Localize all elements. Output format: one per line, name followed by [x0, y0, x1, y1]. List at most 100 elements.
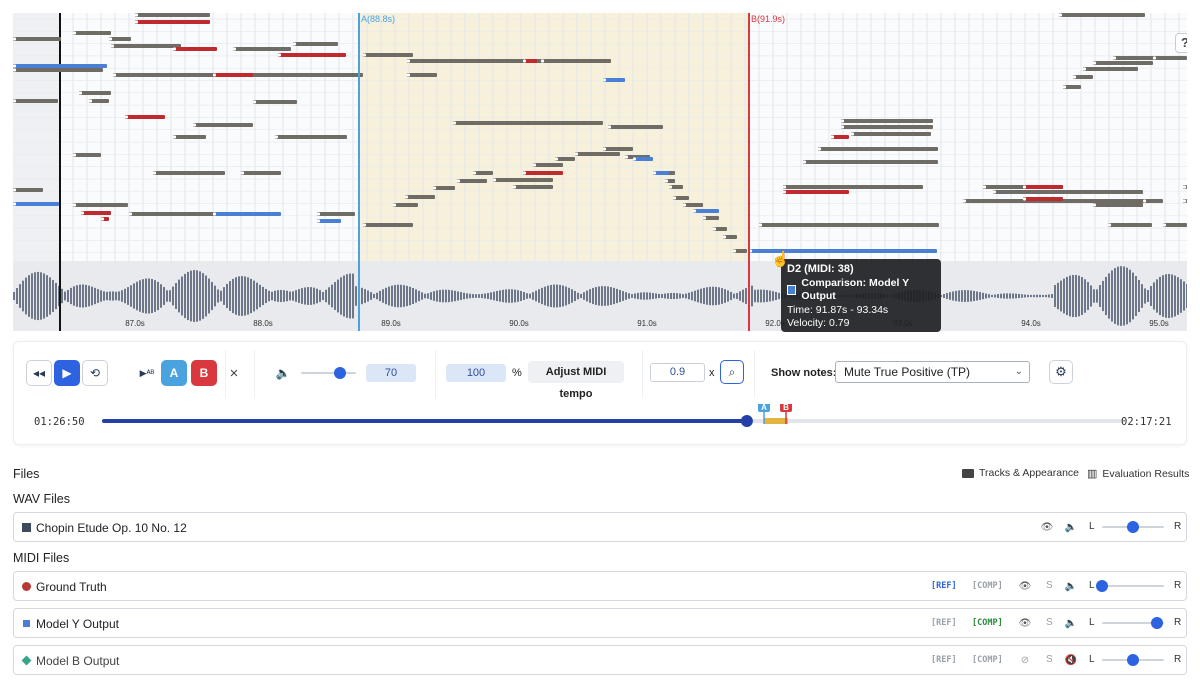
- waveform-bar: [769, 290, 771, 302]
- ref-toggle[interactable]: [REF]: [931, 655, 957, 665]
- midi-file-row[interactable]: Model B Output [REF] [COMP] ⊘ S 🔇 L R: [13, 645, 1187, 675]
- speaker-icon[interactable]: 🔈: [1064, 616, 1078, 630]
- waveform-bar: [262, 286, 264, 306]
- piano-roll[interactable]: A(88.8s) B(91.9s) 87.0s 88.0s 89.0s 90.0s 91.0…: [13, 13, 1187, 331]
- speaker-icon[interactable]: 🔈: [1064, 579, 1078, 593]
- help-button[interactable]: ?: [1175, 33, 1187, 53]
- waveform-bar: [469, 293, 471, 299]
- waveform-bar: [481, 293, 483, 299]
- note-onset-dot: [1182, 199, 1187, 203]
- evaluation-results-link[interactable]: ▥ Evaluation Results: [1087, 467, 1189, 481]
- timeline-b-label[interactable]: B: [783, 404, 789, 412]
- waveform-bar: [742, 289, 744, 303]
- waveform-bar: [181, 276, 183, 316]
- waveform-bar: [448, 289, 450, 303]
- waveform-bar: [589, 289, 591, 303]
- comp-toggle[interactable]: [COMP]: [972, 655, 1003, 665]
- waveform-bar: [1135, 276, 1137, 316]
- midi-file-row[interactable]: Ground Truth [REF] [COMP] 👁 S 🔈 L R: [13, 571, 1187, 601]
- set-a-button[interactable]: A: [161, 360, 187, 386]
- note-onset-dot: [172, 135, 177, 139]
- timeline-ab-range[interactable]: [764, 418, 788, 424]
- volume-slider[interactable]: [301, 372, 356, 374]
- waveform-bar: [109, 291, 111, 301]
- waveform-bar: [976, 291, 978, 301]
- pan-slider-thumb[interactable]: [1150, 617, 1163, 629]
- waveform-bar: [430, 292, 432, 300]
- comp-toggle[interactable]: [COMP]: [972, 618, 1003, 628]
- waveform-bar: [964, 290, 966, 302]
- waveform-bar: [31, 273, 33, 319]
- waveform-bar: [670, 293, 672, 299]
- waveform-bar: [1075, 274, 1077, 318]
- pan-slider[interactable]: [1102, 585, 1164, 587]
- ref-toggle[interactable]: [REF]: [931, 581, 957, 591]
- zoom-fit-button[interactable]: ⌕: [720, 360, 744, 384]
- waveform-bar: [70, 287, 72, 305]
- waveform-bar: [1000, 293, 1002, 299]
- note-onset-dot: [1112, 56, 1117, 60]
- solo-button[interactable]: S: [1046, 617, 1053, 628]
- waveform-bar: [43, 273, 45, 319]
- wav-file-row[interactable]: Chopin Etude Op. 10 No. 12 👁 🔈 L R: [13, 512, 1187, 542]
- time-tick-label: 95.0s: [1149, 319, 1169, 328]
- solo-button[interactable]: S: [1046, 654, 1053, 665]
- eye-icon[interactable]: 👁: [1018, 579, 1032, 593]
- waveform-bar: [640, 292, 642, 300]
- waveform-bar: [1087, 282, 1089, 310]
- pan-right-label: R: [1174, 654, 1182, 665]
- waveform-bar: [496, 290, 498, 302]
- waveform-bar: [376, 292, 378, 300]
- waveform-bar: [103, 291, 105, 301]
- speaker-icon[interactable]: 🔈: [1064, 520, 1078, 534]
- clear-ab-button[interactable]: ×: [221, 360, 247, 386]
- eye-icon[interactable]: 👁: [1040, 520, 1054, 534]
- midi-file-row[interactable]: Model Y Output [REF] [COMP] 👁 S 🔈 L R: [13, 608, 1187, 638]
- note-onset-dot: [1162, 223, 1167, 227]
- adjust-tempo-button[interactable]: Adjust MIDI tempo: [528, 361, 624, 400]
- midi-note: [213, 73, 253, 77]
- waveform-bar: [1090, 285, 1092, 307]
- set-b-button[interactable]: B: [191, 360, 217, 386]
- speaker-muted-icon[interactable]: 🔇: [1064, 653, 1078, 667]
- tracks-appearance-link[interactable]: Tracks & Appearance: [962, 467, 1079, 479]
- waveform-bar: [520, 290, 522, 302]
- note-onset-dot: [72, 203, 77, 207]
- settings-button[interactable]: ⚙: [1049, 360, 1073, 384]
- pan-slider-thumb[interactable]: [1127, 521, 1139, 533]
- play-button[interactable]: ▶: [54, 360, 80, 386]
- waveform-bar: [709, 286, 711, 306]
- ref-toggle[interactable]: [REF]: [931, 618, 957, 628]
- rewind-button[interactable]: ◂◂: [26, 360, 52, 386]
- tempo-input[interactable]: 100: [446, 364, 506, 382]
- solo-button[interactable]: S: [1046, 580, 1053, 591]
- waveform-bar: [1099, 285, 1101, 307]
- waveform-bar: [298, 289, 300, 303]
- timeline-thumb[interactable]: [740, 415, 753, 427]
- volume-button[interactable]: 🔈: [270, 360, 296, 386]
- zoom-input[interactable]: 0.9: [650, 363, 705, 382]
- waveform-bar: [310, 287, 312, 305]
- note-onset-dot: [432, 186, 437, 190]
- note-onset-dot: [316, 212, 321, 216]
- waveform-bar: [436, 290, 438, 302]
- waveform-bar: [706, 287, 708, 305]
- waveform-bar: [343, 275, 345, 317]
- volume-value[interactable]: 70: [366, 364, 416, 382]
- piano-roll-canvas[interactable]: A(88.8s) B(91.9s) 87.0s 88.0s 89.0s 90.0s 91.0…: [13, 13, 1187, 331]
- ab-loop-mode-button[interactable]: ▶ᴬᴮ: [134, 360, 160, 386]
- eye-icon[interactable]: 👁: [1018, 616, 1032, 630]
- waveform-bar: [979, 292, 981, 300]
- comp-toggle[interactable]: [COMP]: [972, 581, 1003, 591]
- eye-off-icon[interactable]: ⊘: [1018, 653, 1032, 667]
- loop-button[interactable]: ⟲: [82, 360, 108, 386]
- timeline-progress[interactable]: [102, 419, 747, 423]
- show-notes-select[interactable]: Mute True Positive (TP) ⌄: [835, 361, 1030, 383]
- volume-slider-thumb[interactable]: [333, 367, 346, 379]
- timeline-track[interactable]: AB: [22, 404, 1178, 438]
- timeline-a-label[interactable]: A: [761, 404, 767, 412]
- waveform-bar: [505, 289, 507, 303]
- waveform-bar: [1120, 266, 1122, 326]
- pan-slider-thumb[interactable]: [1096, 580, 1108, 592]
- pan-slider-thumb[interactable]: [1127, 654, 1139, 666]
